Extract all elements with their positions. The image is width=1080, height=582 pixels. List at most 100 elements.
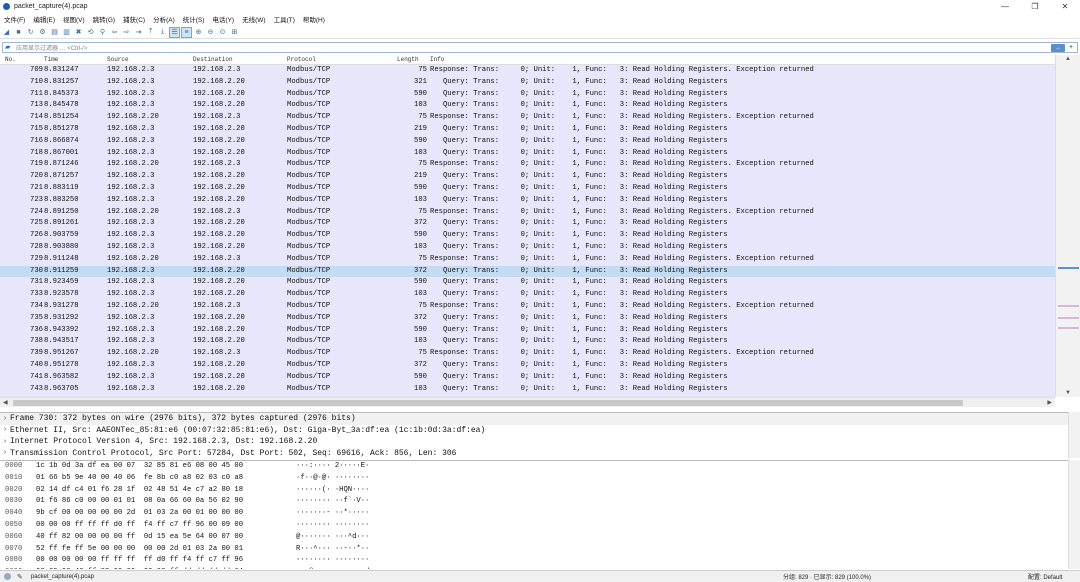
packet-row[interactable]: 736 8.943392 192.168.2.3 192.168.2.20 Modbus… [0, 325, 1055, 337]
display-filter-bar[interactable]: ▰ 应用显示过滤器 … <Ctrl-/> → + [2, 42, 1078, 53]
bytes-row[interactable]: 0010 01 66 b5 9e 40 00 40 06 fe 8b c0 a8 … [0, 473, 1068, 485]
expand-arrow-icon[interactable]: › [0, 438, 10, 446]
detail-tree-item[interactable]: › Internet Protocol Version 4, Src: 192.1… [0, 436, 1068, 448]
restart-capture-icon[interactable]: ↻ [26, 28, 35, 37]
expand-arrow-icon[interactable]: › [0, 426, 10, 434]
scroll-thumb[interactable] [13, 400, 963, 406]
packet-row[interactable]: 710 8.831257 192.168.2.3 192.168.2.20 Modbus… [0, 77, 1055, 89]
packet-row[interactable]: 726 8.903759 192.168.2.3 192.168.2.20 Modbus… [0, 230, 1055, 242]
detail-tree-item[interactable]: › Transmission Control Protocol, Src Port… [0, 448, 1068, 459]
reload-icon[interactable]: ⟲ [86, 28, 95, 37]
status-profile[interactable]: 配置: Default [1028, 572, 1062, 581]
menu-item[interactable]: 帮助(H) [299, 14, 329, 24]
column-header-source[interactable]: Source [107, 56, 129, 63]
menu-item[interactable]: 跳转(G) [89, 14, 119, 24]
packet-row[interactable]: 713 8.845478 192.168.2.3 192.168.2.20 Modbus… [0, 100, 1055, 112]
capture-options-icon[interactable]: ⚙ [38, 28, 47, 37]
resize-columns-icon[interactable]: ⊞ [230, 28, 239, 37]
packet-row[interactable]: 725 8.891261 192.168.2.3 192.168.2.20 Modbus… [0, 218, 1055, 230]
packet-row[interactable]: 738 8.943517 192.168.2.3 192.168.2.20 Modbus… [0, 336, 1055, 348]
details-scrollbar[interactable] [1068, 412, 1080, 458]
column-header-info[interactable]: Info [430, 56, 444, 63]
edit-comment-icon[interactable]: ✎ [17, 573, 23, 581]
go-forward-icon[interactable]: ⇨ [122, 28, 131, 37]
packet-row[interactable]: 723 8.883250 192.168.2.3 192.168.2.20 Modbus… [0, 195, 1055, 207]
stop-capture-icon[interactable]: ■ [14, 28, 23, 37]
packet-row[interactable]: 718 8.867001 192.168.2.3 192.168.2.20 Modbus… [0, 148, 1055, 160]
packet-row[interactable]: 735 8.931292 192.168.2.3 192.168.2.20 Modbus… [0, 313, 1055, 325]
menu-item[interactable]: 分析(A) [149, 14, 179, 24]
find-packet-icon[interactable]: ⚲ [98, 28, 107, 37]
menu-item[interactable]: 编辑(E) [29, 14, 59, 24]
go-to-packet-icon[interactable]: ⇥ [134, 28, 143, 37]
packet-row[interactable]: 743 8.963705 192.168.2.3 192.168.2.20 Modbus… [0, 384, 1055, 396]
expand-arrow-icon[interactable]: › [0, 415, 10, 423]
scroll-up-icon[interactable]: ▲ [1065, 56, 1071, 62]
expert-info-icon[interactable] [4, 573, 11, 580]
bytes-row[interactable]: 0060 40 ff 82 00 00 00 00 ff 0d 15 ea 5e … [0, 532, 1068, 544]
packet-row[interactable]: 729 8.911248 192.168.2.20 192.168.2.3 Modbus… [0, 254, 1055, 266]
menu-item[interactable]: 无线(W) [238, 14, 269, 24]
bytes-row[interactable]: 0000 1c 1b 0d 3a df ea 00 07 32 85 81 e6 … [0, 461, 1068, 473]
detail-tree-item[interactable]: › Ethernet II, Src: AAEONTec_85:81:e6 (00… [0, 425, 1068, 437]
packet-row[interactable]: 740 8.951278 192.168.2.3 192.168.2.20 Modbus… [0, 360, 1055, 372]
add-filter-button[interactable]: + [1066, 43, 1076, 52]
packet-list[interactable]: 709 8.831247 192.168.2.3 192.168.2.3 Modbus/… [0, 65, 1055, 397]
packet-list-horizontal-scrollbar[interactable]: ◀ ▶ [0, 397, 1055, 407]
packet-row[interactable]: 731 8.923459 192.168.2.3 192.168.2.20 Modbus… [0, 277, 1055, 289]
first-packet-icon[interactable]: ⤒ [146, 28, 155, 37]
packet-row[interactable]: 714 8.851254 192.168.2.20 192.168.2.3 Modbus… [0, 112, 1055, 124]
close-file-icon[interactable]: ✖ [74, 28, 83, 37]
display-filter-input[interactable]: 应用显示过滤器 … <Ctrl-/> [16, 43, 87, 52]
packet-row[interactable]: 711 8.845373 192.168.2.3 192.168.2.20 Modbus… [0, 89, 1055, 101]
menu-item[interactable]: 视图(V) [59, 14, 89, 24]
bytes-row[interactable]: 0020 02 14 df c4 01 f6 28 1f 02 48 51 4e … [0, 485, 1068, 497]
shark-fin-start-icon[interactable]: ◢ [2, 28, 11, 37]
go-back-icon[interactable]: ⇦ [110, 28, 119, 37]
expand-arrow-icon[interactable]: › [0, 449, 10, 457]
minimize-button[interactable]: — [990, 0, 1020, 12]
save-file-icon[interactable]: ▥ [62, 28, 71, 37]
packet-row[interactable]: 728 8.903880 192.168.2.3 192.168.2.20 Modbus… [0, 242, 1055, 254]
close-button[interactable]: ✕ [1050, 0, 1080, 12]
menu-item[interactable]: 捕获(C) [119, 14, 149, 24]
packet-row[interactable]: 739 8.951267 192.168.2.20 192.168.2.3 Modbus… [0, 348, 1055, 360]
column-header-time[interactable]: Time [44, 56, 58, 63]
last-packet-icon[interactable]: ⤓ [158, 28, 167, 37]
bytes-row[interactable]: 0030 01 f6 86 c0 00 00 01 01 08 0a 66 60 … [0, 496, 1068, 508]
scroll-left-icon[interactable]: ◀ [3, 399, 8, 406]
colorize-icon[interactable]: ≡ [181, 26, 192, 38]
zoom-reset-icon[interactable]: ⊙ [218, 28, 227, 37]
menu-item[interactable]: 电话(Y) [208, 14, 238, 24]
scroll-down-icon[interactable]: ▼ [1065, 390, 1071, 396]
packet-row-selected[interactable]: 730 8.911259 192.168.2.3 192.168.2.20 Modbus… [0, 265, 1055, 278]
packet-row[interactable]: 720 8.871257 192.168.2.3 192.168.2.20 Modbus… [0, 171, 1055, 183]
zoom-in-icon[interactable]: ⊕ [194, 28, 203, 37]
column-header-protocol[interactable]: Protocol [287, 56, 316, 63]
packet-details-pane[interactable]: › Frame 730: 372 bytes on wire (2976 bits… [0, 412, 1068, 458]
packet-bytes-pane[interactable]: 0000 1c 1b 0d 3a df ea 00 07 32 85 81 e6 … [0, 460, 1068, 569]
packet-row[interactable]: 715 8.851278 192.168.2.3 192.168.2.20 Modbus… [0, 124, 1055, 136]
bytes-row[interactable]: 0070 52 ff fe ff 5e 00 00 00 00 00 2d 01 … [0, 544, 1068, 556]
column-header-no[interactable]: No. [5, 56, 16, 63]
packet-list-vertical-scrollbar[interactable]: ▲ ▼ [1055, 55, 1080, 397]
packet-row[interactable]: 734 8.931278 192.168.2.20 192.168.2.3 Modbus… [0, 301, 1055, 313]
column-header-length[interactable]: Length [397, 56, 419, 63]
bytes-row[interactable]: 0080 00 00 00 00 00 ff ff ff ff d0 ff f4 … [0, 555, 1068, 567]
bytes-row[interactable]: 0050 00 00 00 ff ff ff d0 ff f4 ff c7 ff … [0, 520, 1068, 532]
packet-row[interactable]: 733 8.923578 192.168.2.3 192.168.2.20 Modbus… [0, 289, 1055, 301]
bytes-row[interactable]: 0090 00 09 00 40 ff 82 00 00 00 00 ff dd … [0, 567, 1068, 569]
maximize-button[interactable]: ❐ [1020, 0, 1050, 12]
open-file-icon[interactable]: ▤ [50, 28, 59, 37]
scroll-right-icon[interactable]: ▶ [1047, 399, 1052, 406]
zoom-out-icon[interactable]: ⊖ [206, 28, 215, 37]
packet-row[interactable]: 741 8.963582 192.168.2.3 192.168.2.20 Modbus… [0, 372, 1055, 384]
column-header-destination[interactable]: Destination [193, 56, 233, 63]
menu-item[interactable]: 工具(T) [270, 14, 299, 24]
autoscroll-icon[interactable]: ☰ [169, 26, 180, 38]
packet-row[interactable]: 721 8.883119 192.168.2.3 192.168.2.20 Modbus… [0, 183, 1055, 195]
packet-row[interactable]: 724 8.891250 192.168.2.20 192.168.2.3 Modbus… [0, 207, 1055, 219]
bytes-scrollbar[interactable] [1068, 460, 1080, 569]
bytes-row[interactable]: 0040 9b cf 00 00 00 00 00 2d 01 03 2a 00 … [0, 508, 1068, 520]
detail-tree-item[interactable]: › Frame 730: 372 bytes on wire (2976 bits… [0, 413, 1068, 425]
